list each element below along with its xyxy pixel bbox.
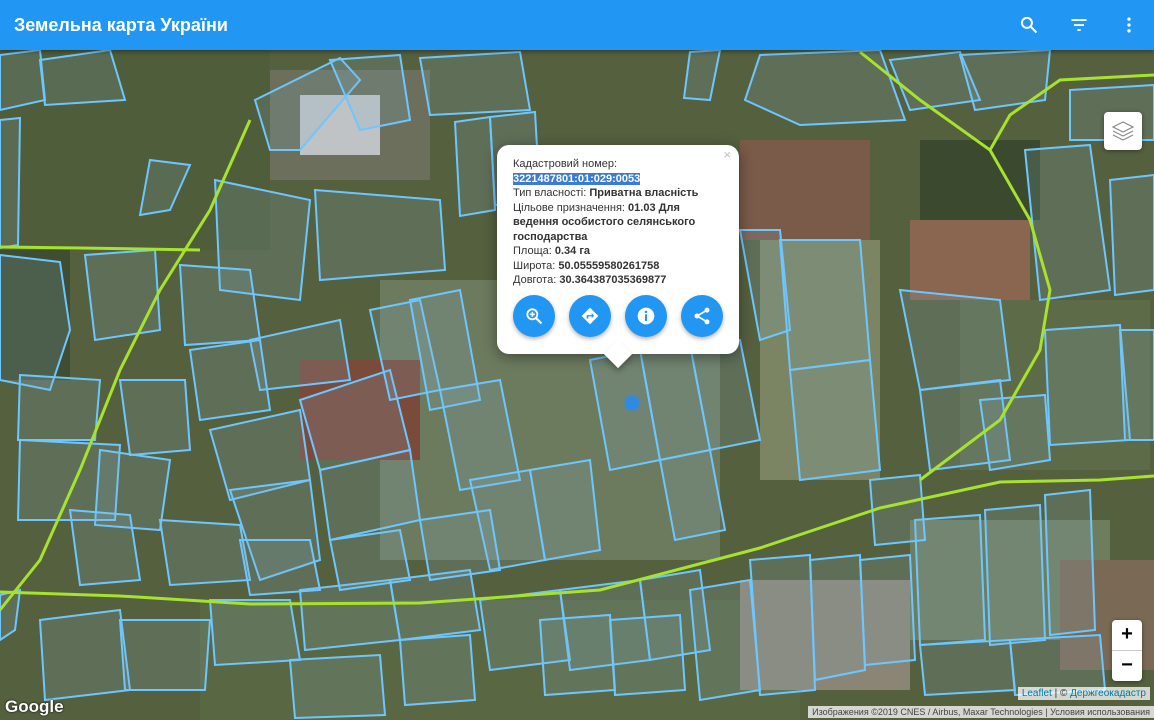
- zoom-icon: [526, 308, 543, 325]
- search-icon: [1020, 16, 1038, 34]
- imagery-credit: Изображения ©2019 CNES / Airbus, Maxar T…: [808, 706, 1154, 718]
- layers-icon: [1111, 121, 1135, 141]
- purpose-label: Цільове призначення:: [513, 201, 629, 214]
- zoom-control: + −: [1112, 620, 1142, 681]
- location-marker[interactable]: [625, 396, 639, 410]
- app: Земельна карта України × Кадастровий ном…: [0, 0, 1154, 720]
- share-button[interactable]: [681, 295, 723, 337]
- area-label: Площа:: [513, 245, 555, 257]
- longitude-value: 30.364387035369877: [559, 274, 667, 286]
- search-button[interactable]: [1004, 0, 1054, 50]
- google-logo: Google: [5, 697, 64, 716]
- cadastral-number[interactable]: 3221487801:01:029:0053: [513, 172, 641, 185]
- app-title: Земельна карта України: [14, 14, 228, 35]
- attribution: Leaflet | © Держгеокадастр: [1017, 687, 1150, 700]
- imagery-credit-text: Изображения ©2019 CNES / Airbus, Maxar T…: [812, 707, 1043, 717]
- cadastral-label: Кадастровий номер:: [513, 158, 618, 170]
- close-icon[interactable]: ×: [723, 147, 731, 163]
- zoom-to-parcel-button[interactable]: [513, 295, 555, 337]
- area-value: 0.34 га: [554, 245, 591, 257]
- filter-icon: [1071, 19, 1087, 31]
- share-icon: [694, 307, 710, 325]
- popup-actions: [513, 295, 723, 337]
- directions-button[interactable]: [569, 295, 611, 337]
- info-button[interactable]: [625, 295, 667, 337]
- ownership-label: Тип власності:: [513, 187, 590, 199]
- latitude-label: Широта:: [513, 259, 559, 272]
- menu-button[interactable]: [1104, 0, 1154, 50]
- layers-button[interactable]: [1104, 112, 1142, 150]
- app-bar: Земельна карта України: [0, 0, 1154, 50]
- longitude-label: Довгота:: [513, 274, 560, 286]
- zoom-out-button[interactable]: −: [1112, 650, 1142, 681]
- info-icon: [637, 307, 655, 325]
- directions-icon: [581, 307, 599, 325]
- zoom-in-button[interactable]: +: [1112, 620, 1142, 650]
- terms-link[interactable]: Условия использования: [1050, 707, 1150, 717]
- attribution-separator: | ©: [1051, 688, 1071, 699]
- latitude-value: 50.05559580261758: [558, 259, 660, 272]
- ownership-value: Приватна власність: [589, 187, 699, 199]
- filter-button[interactable]: [1054, 0, 1104, 50]
- leaflet-link[interactable]: Leaflet: [1022, 688, 1052, 699]
- owner-link[interactable]: Держгеокадастр: [1070, 688, 1146, 699]
- parcel-popup: × Кадастровий номер: 3221487801:01:029:0…: [497, 145, 739, 369]
- more-vert-icon: [1127, 17, 1131, 33]
